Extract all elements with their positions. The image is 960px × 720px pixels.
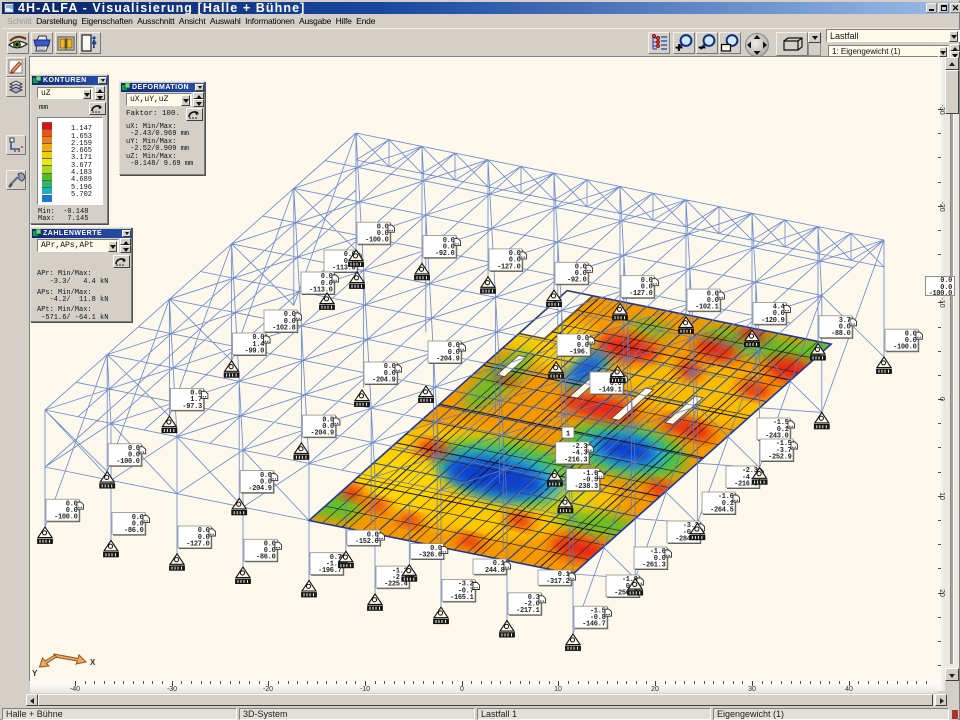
svg-text:-264.5: -264.5 xyxy=(710,506,734,514)
svg-text:-102.1: -102.1 xyxy=(695,304,719,312)
svg-text:-100.0: -100.0 xyxy=(116,458,140,466)
svg-text:-100.0: -100.0 xyxy=(365,237,389,245)
svg-text:-127.0: -127.0 xyxy=(497,263,521,271)
svg-text:-216.3: -216.3 xyxy=(564,456,588,464)
svg-text:-317.2: -317.2 xyxy=(546,578,570,586)
svg-text:-100.0: -100.0 xyxy=(54,514,78,522)
svg-text:-100.0: -100.0 xyxy=(893,344,917,352)
svg-text:-261.3: -261.3 xyxy=(642,561,666,569)
svg-text:1: 1 xyxy=(566,431,571,439)
svg-text:-238.3: -238.3 xyxy=(574,483,598,491)
svg-text:-252.9: -252.9 xyxy=(768,453,792,461)
svg-text:-196.7: -196.7 xyxy=(318,567,342,575)
svg-text:-225.4: -225.4 xyxy=(384,581,408,589)
svg-text:Y: Y xyxy=(32,669,38,676)
svg-text:-99.0: -99.0 xyxy=(245,347,265,355)
svg-text:-204.9: -204.9 xyxy=(372,376,396,384)
svg-text:-204.9: -204.9 xyxy=(310,430,334,438)
svg-text:-165.1: -165.1 xyxy=(450,594,474,602)
svg-text:-97.3: -97.3 xyxy=(182,403,202,411)
svg-text:-86.0: -86.0 xyxy=(124,527,144,535)
svg-text:-113.0: -113.0 xyxy=(309,286,333,294)
svg-text:-127.0: -127.0 xyxy=(186,540,210,548)
svg-text:X: X xyxy=(90,658,96,667)
svg-text:-204.9: -204.9 xyxy=(248,485,272,493)
svg-text:-88.0: -88.0 xyxy=(831,330,851,338)
svg-text:-120.9: -120.9 xyxy=(761,317,785,325)
svg-text:-217.1: -217.1 xyxy=(516,607,540,615)
svg-text:-102.8: -102.8 xyxy=(272,324,296,332)
svg-text:-204.9: -204.9 xyxy=(436,355,460,363)
svg-text:-152.6: -152.6 xyxy=(355,538,379,546)
svg-text:-149.1: -149.1 xyxy=(598,386,622,394)
svg-text:-92.0: -92.0 xyxy=(567,277,587,285)
svg-text:-86.0: -86.0 xyxy=(256,554,276,562)
svg-text:244.8: 244.8 xyxy=(485,567,505,575)
svg-text:-92.0: -92.0 xyxy=(435,250,455,258)
svg-text:-146.7: -146.7 xyxy=(582,621,606,629)
svg-text:-196.: -196. xyxy=(569,348,589,356)
svg-text:-326.6: -326.6 xyxy=(418,551,442,559)
svg-text:-127.0: -127.0 xyxy=(629,290,653,298)
